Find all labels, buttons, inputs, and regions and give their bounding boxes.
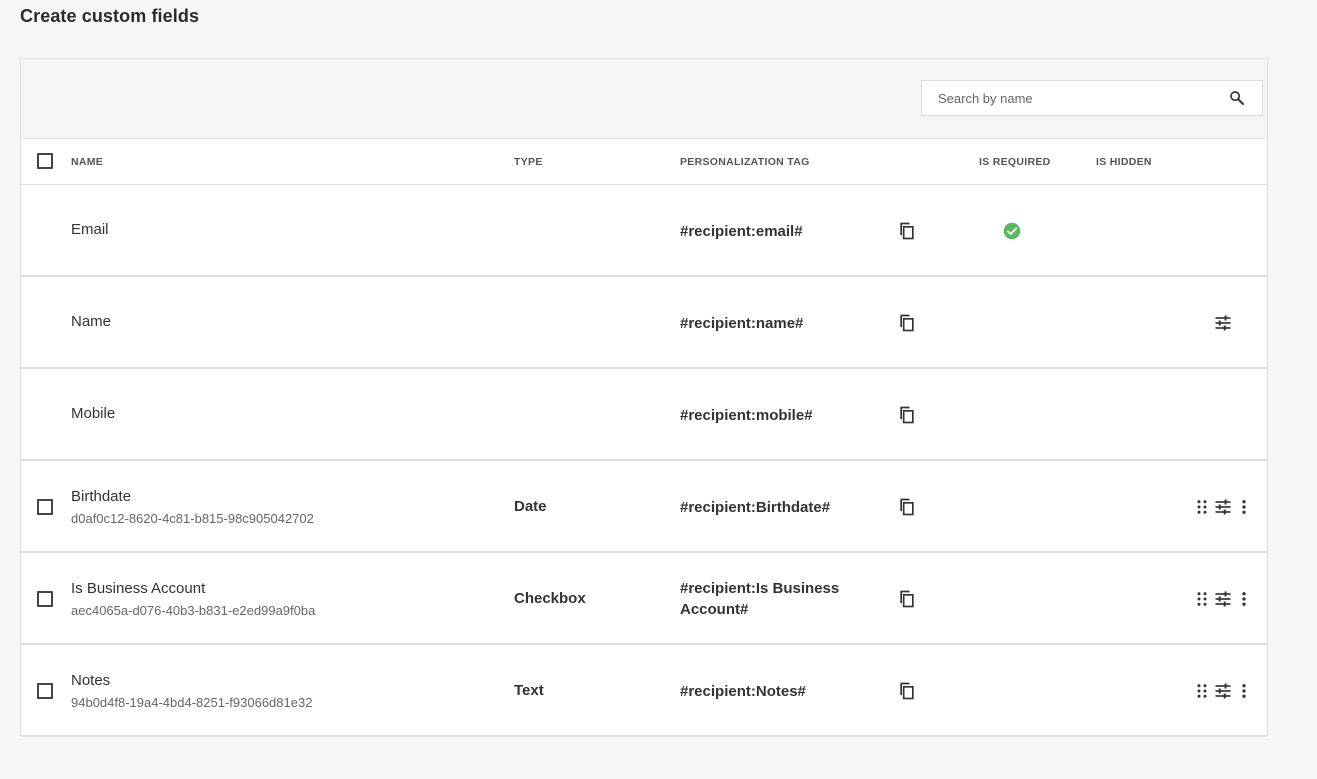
sliders-icon[interactable] [1213, 497, 1233, 517]
copy-icon[interactable] [897, 313, 917, 333]
select-all-checkbox[interactable] [37, 153, 53, 169]
drag-handle-icon[interactable] [1193, 682, 1211, 700]
column-header-personalization-tag[interactable]: PERSONALIZATION TAG [680, 156, 810, 168]
copy-icon[interactable] [897, 221, 917, 241]
more-vertical-icon[interactable] [1235, 498, 1253, 516]
column-header-is-required[interactable]: IS REQUIRED [979, 156, 1051, 168]
table-row[interactable]: Is Business Account aec4065a-d076-40b3-b8… [21, 553, 1267, 645]
field-type: Checkbox [514, 590, 586, 607]
personalization-tag: #recipient:mobile# [680, 407, 813, 424]
personalization-tag: #recipient:Notes# [680, 683, 806, 700]
field-name: Email [71, 221, 109, 238]
copy-icon[interactable] [897, 589, 917, 609]
custom-fields-panel: NAME TYPE PERSONALIZATION TAG IS REQUIRE… [20, 58, 1268, 737]
field-id: 94b0d4f8-19a4-4bd4-8251-f93066d81e32 [71, 695, 313, 710]
column-header-is-hidden[interactable]: IS HIDDEN [1096, 156, 1152, 168]
field-type: Text [514, 682, 544, 699]
personalization-tag: #recipient:name# [680, 315, 804, 332]
personalization-tag: #recipient:email# [680, 223, 803, 240]
table-header: NAME TYPE PERSONALIZATION TAG IS REQUIRE… [21, 139, 1267, 185]
table-row[interactable]: Email #recipient:email# [21, 185, 1267, 277]
table-row[interactable]: Mobile #recipient:mobile# [21, 369, 1267, 461]
page-title: Create custom fields [20, 6, 200, 26]
check-circle-icon [1003, 222, 1021, 240]
field-name: Birthdate [71, 488, 132, 505]
field-name: Mobile [71, 405, 116, 422]
more-vertical-icon[interactable] [1235, 682, 1253, 700]
row-checkbox[interactable] [37, 499, 53, 515]
sliders-icon[interactable] [1213, 681, 1233, 701]
personalization-tag: #recipient:Is Business Account# [680, 580, 840, 618]
field-id: d0af0c12-8620-4c81-b815-98c905042702 [71, 511, 314, 526]
column-header-name[interactable]: NAME [71, 156, 103, 168]
drag-handle-icon[interactable] [1193, 590, 1211, 608]
search-icon[interactable] [1228, 89, 1246, 107]
field-name: Is Business Account [71, 580, 206, 597]
table-row[interactable]: Notes 94b0d4f8-19a4-4bd4-8251-f93066d81e3… [21, 645, 1267, 737]
more-vertical-icon[interactable] [1235, 590, 1253, 608]
search-input[interactable] [938, 81, 1218, 115]
column-header-type[interactable]: TYPE [514, 156, 543, 168]
row-checkbox[interactable] [37, 591, 53, 607]
table-row[interactable]: Name #recipient:name# [21, 277, 1267, 369]
search-box[interactable] [921, 80, 1263, 116]
sliders-icon[interactable] [1213, 313, 1233, 333]
table-toolbar [21, 59, 1267, 139]
field-id: aec4065a-d076-40b3-b831-e2ed99a9f0ba [71, 603, 316, 618]
drag-handle-icon[interactable] [1193, 498, 1211, 516]
copy-icon[interactable] [897, 405, 917, 425]
field-name: Notes [71, 672, 111, 689]
sliders-icon[interactable] [1213, 589, 1233, 609]
field-type: Date [514, 498, 547, 515]
copy-icon[interactable] [897, 681, 917, 701]
row-checkbox[interactable] [37, 683, 53, 699]
copy-icon[interactable] [897, 497, 917, 517]
field-name: Name [71, 313, 112, 330]
personalization-tag: #recipient:Birthdate# [680, 499, 831, 516]
table-row[interactable]: Birthdate d0af0c12-8620-4c81-b815-98c9050… [21, 461, 1267, 553]
